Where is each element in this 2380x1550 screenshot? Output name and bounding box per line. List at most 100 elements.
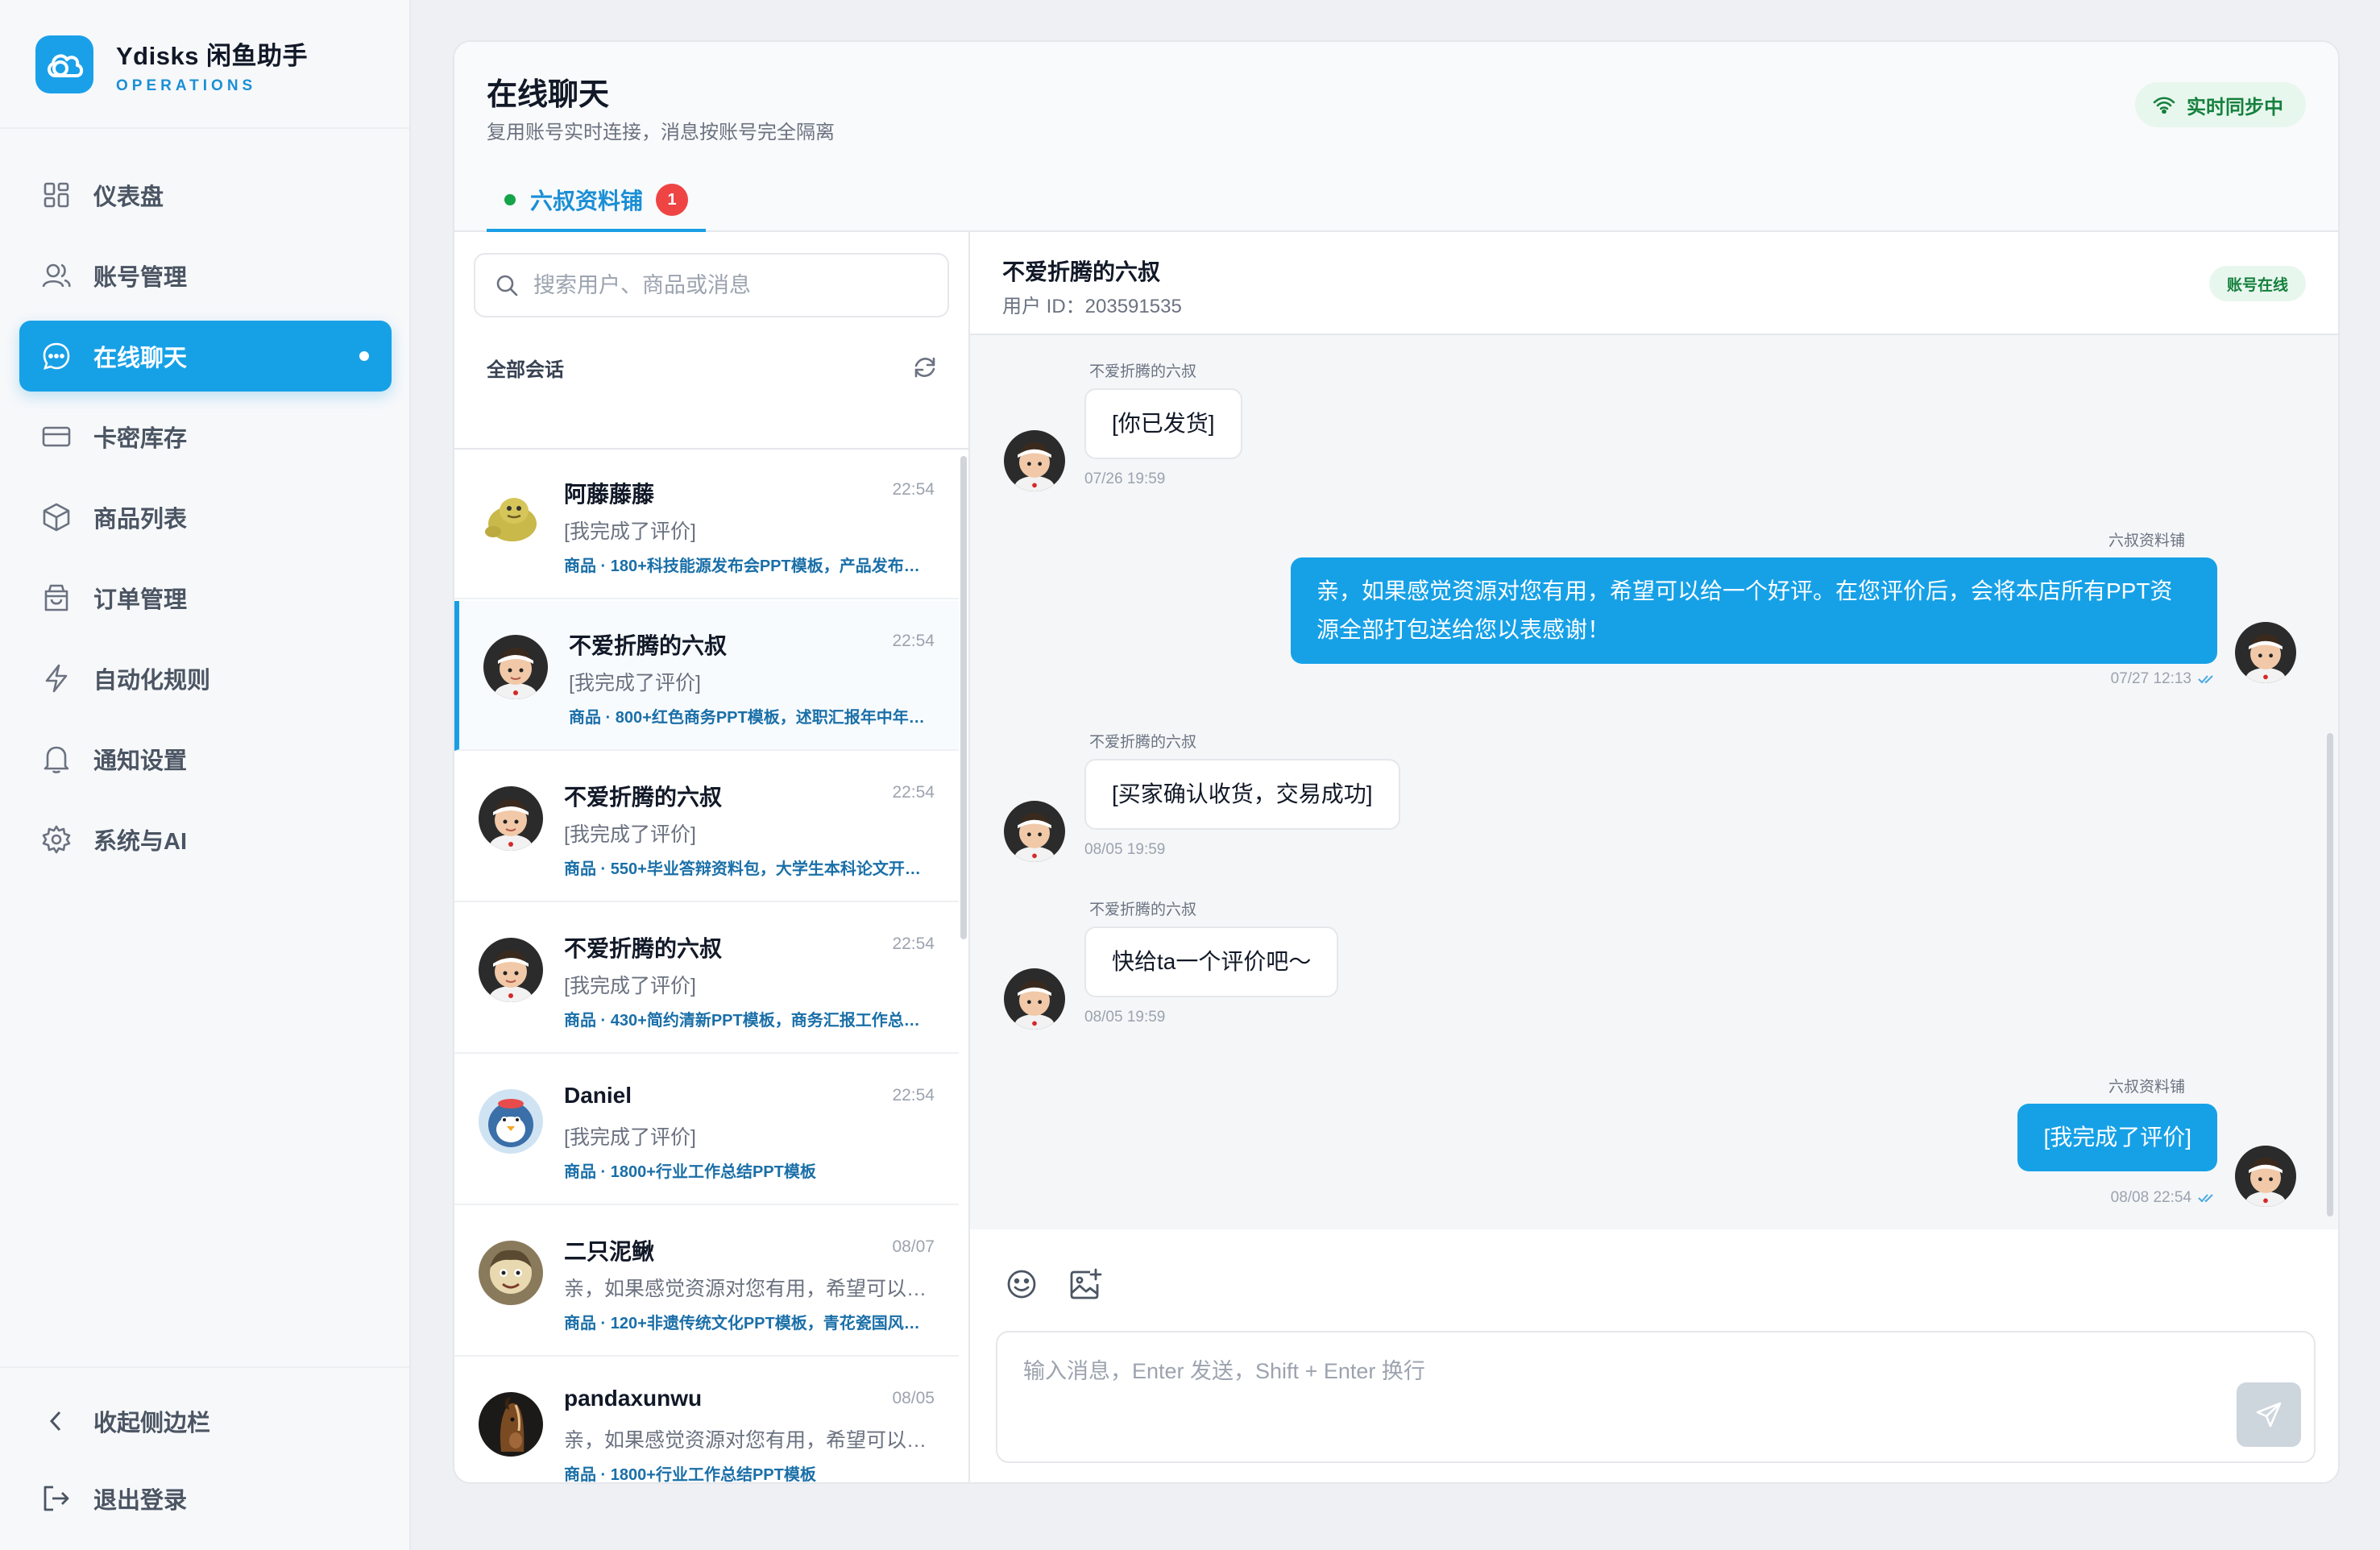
- refresh-icon[interactable]: [912, 354, 938, 380]
- message-list[interactable]: 不爱折腾的六叔 [你已发货] 07/26 19:59 六叔资料铺 亲，如果感觉资…: [970, 335, 2338, 1229]
- message-outgoing: 六叔资料铺 [我完成了评价] 08/08 22:54: [970, 1042, 2338, 1229]
- sync-status-text: 实时同步中: [2187, 96, 2283, 118]
- conversation-list[interactable]: 阿藤藤藤 22:54 [我完成了评价] 商品 · 180+科技能源发布会PPT模…: [454, 448, 968, 1482]
- cloud-logo-icon: [35, 35, 93, 93]
- conversation-last-message: [我完成了评价]: [569, 672, 701, 694]
- image-upload-button[interactable]: [1067, 1265, 1105, 1303]
- conversation-item[interactable]: 不爱折腾的六叔 22:54 [我完成了评价] 商品 · 800+红色商务PPT模…: [454, 601, 959, 751]
- nav-item-orders[interactable]: 订单管理: [19, 562, 392, 633]
- page-subtitle: 复用账号实时连接，消息按账号完全隔离: [487, 122, 835, 143]
- active-indicator-dot: [359, 351, 369, 361]
- message-bubble: [买家确认收货，交易成功]: [1084, 759, 1400, 830]
- conversation-name: 不爱折腾的六叔: [569, 633, 728, 658]
- boy-avatar: [1004, 968, 1065, 1030]
- box-icon: [40, 501, 73, 533]
- message-input-box[interactable]: [996, 1331, 2316, 1463]
- conversation-item[interactable]: 不爱折腾的六叔 22:54 [我完成了评价] 商品 · 430+简约清新PPT模…: [454, 904, 959, 1054]
- conversation-last-message: [我完成了评价]: [564, 520, 696, 543]
- account-online-badge: 账号在线: [2208, 266, 2306, 301]
- message-bubble: [你已发货]: [1084, 388, 1242, 459]
- collapse-sidebar-button[interactable]: 收起侧边栏: [19, 1386, 392, 1457]
- boy-avatar: [479, 786, 543, 851]
- send-button[interactable]: [2237, 1382, 2301, 1447]
- chat-area: 不爱折腾的六叔 用户 ID：203591535 账号在线 不爱折腾的六叔 [你已…: [970, 232, 2338, 1482]
- conversation-item[interactable]: 二只泥鳅 08/07 亲，如果感觉资源对您有用，希望可以给一个好评 商品 · 1…: [454, 1207, 959, 1357]
- peer-id: 用户 ID：203591535: [1002, 296, 1182, 317]
- conversation-last-message: [我完成了评价]: [564, 975, 696, 997]
- nav-item-accounts[interactable]: 账号管理: [19, 240, 392, 311]
- conversation-goods: 商品 · 120+非遗传统文化PPT模板，青花瓷国风模板: [564, 1315, 935, 1332]
- gear-icon: [40, 823, 73, 856]
- online-dot: [504, 194, 516, 205]
- conversation-name: 阿藤藤藤: [564, 482, 655, 507]
- conversation-name: Daniel: [564, 1083, 632, 1108]
- image-plus-icon: [1070, 1268, 1102, 1299]
- cartoon-avatar: [479, 1241, 543, 1305]
- message-sender: 不爱折腾的六叔: [1089, 734, 1197, 751]
- card-icon: [40, 421, 73, 453]
- message-time: 08/05 19:59: [1084, 1009, 1166, 1026]
- unread-count-badge: 1: [656, 184, 689, 216]
- nav-label: 仪表盘: [93, 184, 164, 210]
- conversation-time: 08/05: [892, 1389, 935, 1407]
- conversation-item[interactable]: 不爱折腾的六叔 22:54 [我完成了评价] 商品 · 550+毕业答辩资料包，…: [454, 752, 959, 902]
- conversation-goods: 商品 · 800+红色商务PPT模板，述职汇报年中年终总结: [569, 709, 939, 727]
- smiley-icon: [1007, 1270, 1036, 1299]
- read-check-icon: [2198, 673, 2217, 685]
- frog-avatar: [479, 483, 543, 548]
- boy-avatar: [479, 938, 543, 1002]
- message-incoming: 不爱折腾的六叔 快给ta一个评价吧～ 08/05 19:59: [970, 873, 2338, 1042]
- nav-item-card-inventory[interactable]: 卡密库存: [19, 401, 392, 472]
- nav-item-online-chat[interactable]: 在线聊天: [19, 321, 392, 392]
- message-time-row: 07/27 12:13: [2111, 670, 2217, 688]
- boy-avatar: [1004, 801, 1065, 862]
- message-input[interactable]: [1023, 1353, 2232, 1434]
- nav-label: 订单管理: [93, 587, 188, 613]
- list-header: 全部会话: [487, 351, 938, 383]
- conversation-goods: 商品 · 180+科技能源发布会PPT模板，产品发布会PPT: [564, 557, 935, 575]
- conversation-time: 22:54: [892, 935, 935, 953]
- emoji-button[interactable]: [1002, 1265, 1041, 1303]
- nav-item-system-ai[interactable]: 系统与AI: [19, 804, 392, 875]
- penguin-avatar: [479, 1089, 543, 1154]
- search-input[interactable]: [533, 272, 920, 298]
- conversation-list-panel: 全部会话 阿藤藤藤 22:54 [我完成了评价] 商品 · 180+科技能源发布…: [454, 232, 970, 1482]
- list-scrollbar[interactable]: [960, 456, 967, 939]
- conversation-item[interactable]: pandaxunwu 08/05 亲，如果感觉资源对您有用，希望可以给一个好评 …: [454, 1358, 959, 1482]
- conversation-item[interactable]: 阿藤藤藤 22:54 [我完成了评价] 商品 · 180+科技能源发布会PPT模…: [454, 450, 959, 599]
- search-box[interactable]: [474, 253, 949, 317]
- message-time: 07/27 12:13: [2110, 670, 2191, 687]
- tab-shop[interactable]: 六叔资料铺 1: [487, 171, 707, 232]
- read-check-icon: [2198, 1192, 2217, 1204]
- brand: Ydisks 闲鱼助手 OPERATIONS: [0, 0, 409, 129]
- message-sender: 六叔资料铺: [2108, 1079, 2185, 1096]
- message-time: 08/08 22:54: [2110, 1189, 2191, 1206]
- conversation-item[interactable]: Daniel 22:54 [我完成了评价] 商品 · 1800+行业工作总结PP…: [454, 1055, 959, 1205]
- nav-label: 系统与AI: [93, 829, 188, 855]
- nav-item-automation[interactable]: 自动化规则: [19, 643, 392, 714]
- horse-avatar: [479, 1392, 543, 1457]
- sync-status-badge: 实时同步中: [2135, 82, 2306, 127]
- conversation-last-message: [我完成了评价]: [564, 1126, 696, 1149]
- message-bubble: [我完成了评价]: [2017, 1104, 2217, 1171]
- message-time: 08/05 19:59: [1084, 841, 1166, 858]
- peer-name: 不爱折腾的六叔: [1002, 259, 1161, 284]
- boy-avatar: [2235, 622, 2296, 683]
- bag-icon: [40, 582, 73, 614]
- nav-item-dashboard[interactable]: 仪表盘: [19, 160, 392, 230]
- conversation-goods: 商品 · 430+简约清新PPT模板，商务汇报工作总结模板: [564, 1012, 935, 1030]
- sidebar: Ydisks 闲鱼助手 OPERATIONS 仪表盘 账号管理 在线聊天 卡密库…: [0, 0, 411, 1550]
- logout-icon: [40, 1482, 73, 1515]
- message-bubble: 亲，如果感觉资源对您有用，希望可以给一个好评。在您评价后，会将本店所有PPT资源…: [1291, 557, 2217, 664]
- conversation-last-message: 亲，如果感觉资源对您有用，希望可以给一个好评: [564, 1429, 935, 1452]
- shop-tab-label: 六叔资料铺: [530, 189, 644, 213]
- nav-item-notifications[interactable]: 通知设置: [19, 723, 392, 794]
- message-sender: 不爱折腾的六叔: [1089, 901, 1197, 918]
- logout-button[interactable]: 退出登录: [19, 1463, 392, 1534]
- nav-label: 商品列表: [93, 507, 188, 533]
- nav-label: 通知设置: [93, 748, 188, 774]
- filter-label[interactable]: 全部会话: [487, 354, 564, 382]
- brand-name: Ydisks 闲鱼助手: [116, 42, 309, 70]
- nav-item-products[interactable]: 商品列表: [19, 482, 392, 553]
- message-scrollbar[interactable]: [2327, 733, 2333, 1216]
